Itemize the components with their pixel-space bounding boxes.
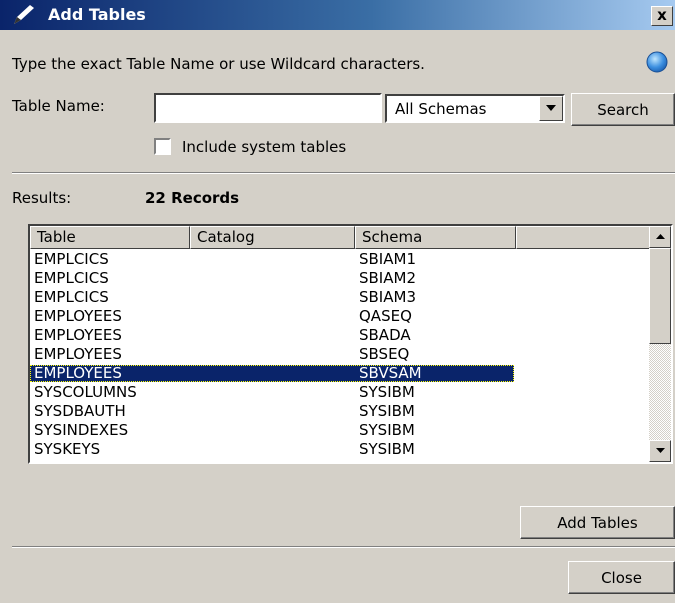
table-name-label: Table Name: <box>12 97 105 115</box>
table-row[interactable]: EMPLCICS SBIAM2 <box>30 270 514 287</box>
schema-select[interactable]: All Schemas <box>385 94 565 123</box>
cell-schema: SYSIBM <box>359 383 415 401</box>
schema-dropdown-button[interactable] <box>539 96 563 121</box>
cell-table: EMPLCICS <box>34 288 109 306</box>
cell-schema: SYSIBM <box>359 440 415 458</box>
search-button[interactable]: Search <box>571 93 675 126</box>
table-row[interactable]: SYSCOLUMNS SYSIBM <box>30 384 514 401</box>
cell-table: EMPLCICS <box>34 250 109 268</box>
cell-table: SYSINDEXES <box>34 421 129 439</box>
chevron-down-icon <box>546 105 556 111</box>
results-label: Results: <box>12 189 72 207</box>
column-header-table[interactable]: Table <box>30 226 190 249</box>
cell-schema: SBIAM2 <box>359 269 416 287</box>
table-header: Table Catalog Schema <box>30 226 650 249</box>
add-tables-dialog: Add Tables x Type the exact Table Name o… <box>0 0 675 603</box>
separator <box>12 546 675 548</box>
table-row[interactable]: EMPLCICS SBIAM3 <box>30 289 514 306</box>
close-icon[interactable]: x <box>651 6 673 26</box>
include-system-tables-checkbox[interactable] <box>154 138 171 155</box>
cell-table: EMPLOYEES <box>34 345 122 363</box>
table-row[interactable]: EMPLOYEES SBADA <box>30 327 514 344</box>
instructions-text: Type the exact Table Name or use Wildcar… <box>12 55 425 73</box>
column-header-extra[interactable] <box>516 226 650 249</box>
table-row[interactable]: SYSINDEXES SYSIBM <box>30 422 514 439</box>
scroll-thumb[interactable] <box>649 248 671 344</box>
cell-table: EMPLOYEES <box>34 307 122 325</box>
cell-table: SYSKEYS <box>34 440 101 458</box>
scroll-down-button[interactable] <box>649 440 671 462</box>
records-count: 22 Records <box>145 189 240 207</box>
cell-schema: SBSEQ <box>359 345 410 363</box>
cell-schema: SYSIBM <box>359 402 415 420</box>
chevron-down-icon <box>656 448 665 453</box>
cell-table: SYSDBAUTH <box>34 402 126 420</box>
cell-schema: SBVSAM <box>359 364 422 382</box>
table-row[interactable]: SYSKEYS SYSIBM <box>30 441 514 458</box>
cell-schema: SBADA <box>359 326 411 344</box>
cell-table: EMPLOYEES <box>34 326 122 344</box>
scroll-up-button[interactable] <box>649 226 671 248</box>
separator <box>12 172 675 174</box>
vertical-scrollbar[interactable] <box>649 226 671 462</box>
cell-table: EMPLOYEES <box>34 364 122 382</box>
table-row[interactable]: EMPLCICS SBIAM1 <box>30 251 514 268</box>
cell-table: EMPLCICS <box>34 269 109 287</box>
results-table[interactable]: Table Catalog Schema EMPLCICS SBIAM1 EMPLC… <box>28 224 673 464</box>
schema-select-value: All Schemas <box>395 100 487 118</box>
close-button[interactable]: Close <box>568 561 675 594</box>
title-bar[interactable]: Add Tables x <box>0 0 675 30</box>
table-row[interactable]: SYSDBAUTH SYSIBM <box>30 403 514 420</box>
help-icon[interactable] <box>646 51 668 73</box>
add-tables-button[interactable]: Add Tables <box>520 506 675 539</box>
column-header-catalog[interactable]: Catalog <box>190 226 355 249</box>
window-title: Add Tables <box>48 5 146 24</box>
pencil-icon <box>14 5 34 24</box>
table-row[interactable]: EMPLOYEES SBVSAM <box>30 365 514 382</box>
cell-schema: SBIAM3 <box>359 288 416 306</box>
cell-schema: SBIAM1 <box>359 250 416 268</box>
column-header-schema[interactable]: Schema <box>355 226 516 249</box>
table-name-input[interactable] <box>154 93 382 123</box>
cell-schema: QASEQ <box>359 307 412 325</box>
cell-schema: SYSIBM <box>359 421 415 439</box>
include-system-tables-label[interactable]: Include system tables <box>182 138 346 156</box>
chevron-up-icon <box>656 234 665 239</box>
cell-table: SYSCOLUMNS <box>34 383 137 401</box>
table-row[interactable]: EMPLOYEES SBSEQ <box>30 346 514 363</box>
table-row[interactable]: EMPLOYEES QASEQ <box>30 308 514 325</box>
